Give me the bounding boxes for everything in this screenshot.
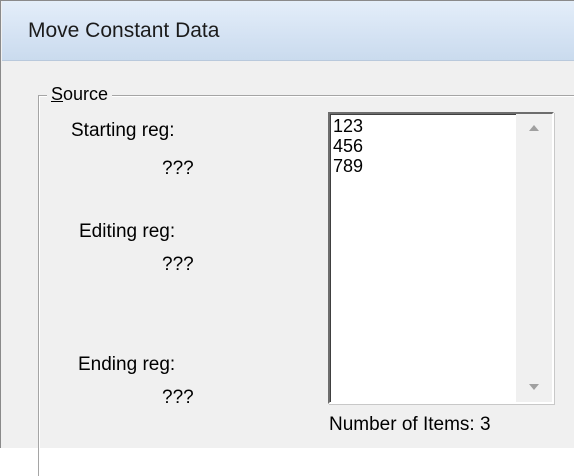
constant-data-listbox[interactable]: 123 456 789 — [328, 112, 554, 404]
list-item[interactable]: 123 — [333, 116, 363, 136]
source-label-rest: ource — [63, 84, 109, 104]
scroll-down-arrow-icon[interactable] — [529, 384, 539, 390]
dialog-window: Move Constant Data Source Starting reg: … — [0, 0, 574, 476]
vertical-scrollbar[interactable] — [516, 114, 552, 402]
list-item[interactable]: 789 — [333, 156, 363, 176]
window-title: Move Constant Data — [28, 19, 220, 42]
starting-reg-label: Starting reg: — [71, 120, 175, 141]
scroll-up-arrow-icon[interactable] — [529, 125, 539, 131]
ending-reg-label: Ending reg: — [78, 354, 176, 375]
source-group-label: Source — [47, 84, 113, 105]
item-count-label: Number of Items: 3 — [329, 414, 491, 435]
title-bar[interactable]: Move Constant Data — [2, 1, 574, 61]
starting-reg-value: ??? — [162, 158, 194, 179]
ending-reg-value: ??? — [162, 387, 194, 408]
list-items: 123 456 789 — [333, 116, 363, 176]
editing-reg-label: Editing reg: — [79, 221, 176, 242]
dialog-client-area: Source Starting reg: ??? Editing reg: ??… — [2, 61, 574, 476]
list-item[interactable]: 456 — [333, 136, 363, 156]
source-mnemonic: S — [51, 84, 64, 104]
editing-reg-value: ??? — [162, 254, 194, 275]
